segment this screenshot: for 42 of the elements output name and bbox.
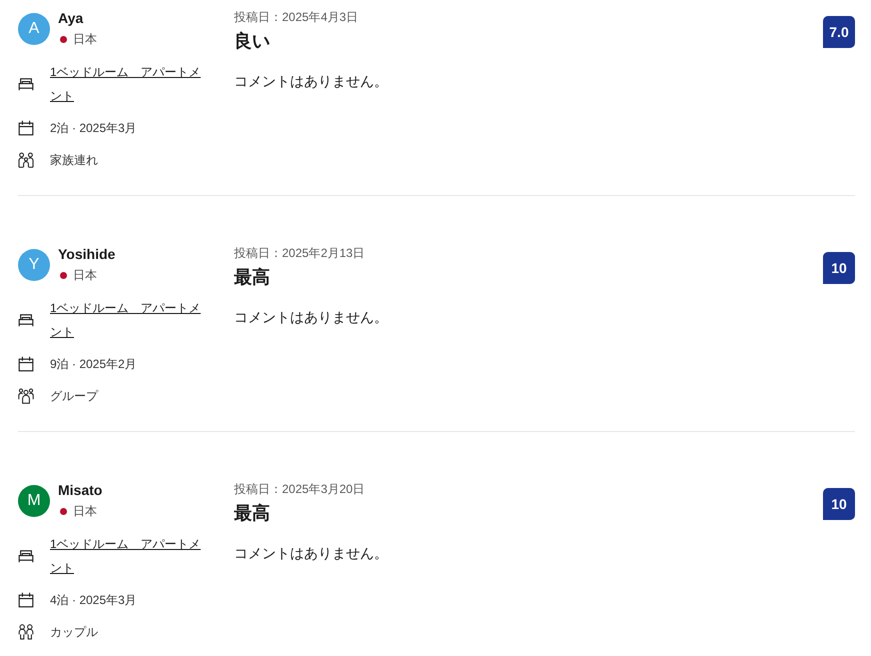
avatar: Y (18, 248, 50, 280)
score-badge: 10 (823, 252, 855, 284)
country-name: 日本 (73, 503, 97, 520)
room-type-link[interactable]: 1ベッドルーム アパートメント (50, 532, 208, 580)
country-name: 日本 (73, 267, 97, 284)
room-type-link[interactable]: 1ベッドルーム アパートメント (50, 60, 208, 108)
country-dot-icon (60, 36, 67, 42)
reviewer-name: Misato (58, 481, 102, 500)
review-comment: コメントはありません。 (234, 308, 388, 327)
family-icon (18, 152, 34, 168)
avatar: M (18, 484, 50, 516)
review-headline: 最高 (234, 502, 270, 525)
country-name: 日本 (73, 31, 97, 48)
country-dot-icon (60, 272, 67, 278)
calendar-icon (18, 120, 34, 136)
stay-info: 4泊 · 2025年3月 (50, 592, 137, 609)
review-comment: コメントはありません。 (234, 544, 388, 563)
group-icon (18, 388, 34, 404)
couple-icon (18, 624, 34, 640)
score-badge: 10 (823, 488, 855, 520)
bed-icon (18, 548, 34, 564)
country-dot-icon (60, 508, 67, 514)
review-headline: 最高 (234, 266, 270, 289)
traveler-type: カップル (50, 624, 98, 641)
posted-date: 投稿日：2025年4月3日 (234, 9, 358, 26)
review-headline: 良い (234, 30, 270, 53)
reviewer-name: Aya (58, 9, 84, 28)
calendar-icon (18, 592, 34, 608)
traveler-type: 家族連れ (50, 152, 98, 169)
calendar-icon (18, 356, 34, 372)
score-badge: 7.0 (823, 16, 855, 48)
bed-icon (18, 76, 34, 92)
room-type-link[interactable]: 1ベッドルーム アパートメント (50, 296, 208, 344)
traveler-type: グループ (50, 388, 98, 405)
avatar: A (18, 12, 50, 44)
reviewer-name: Yosihide (58, 245, 116, 264)
posted-date: 投稿日：2025年3月20日 (234, 481, 365, 498)
bed-icon (18, 312, 34, 328)
stay-info: 2泊 · 2025年3月 (50, 120, 137, 137)
stay-info: 9泊 · 2025年2月 (50, 356, 137, 373)
posted-date: 投稿日：2025年2月13日 (234, 245, 365, 262)
review-comment: コメントはありません。 (234, 72, 388, 91)
